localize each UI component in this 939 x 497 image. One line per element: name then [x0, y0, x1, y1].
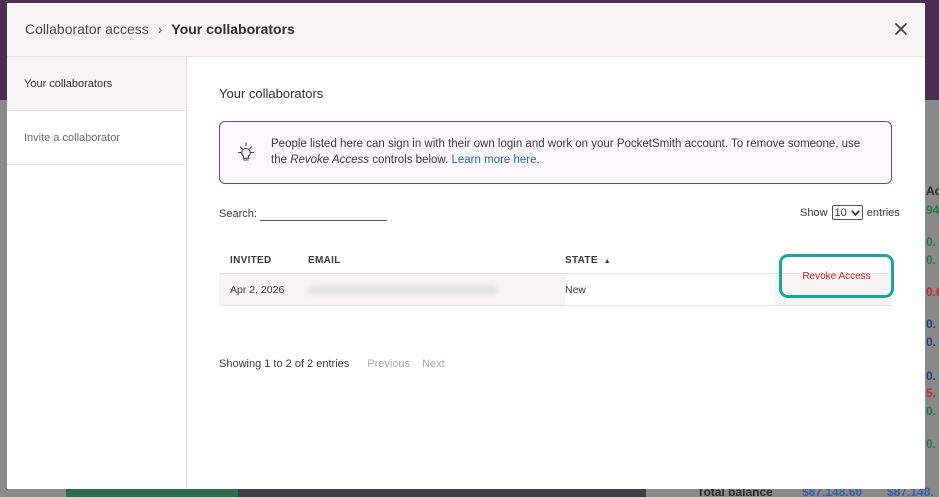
- next-page-button[interactable]: Next: [422, 358, 445, 370]
- pagination: Previous Next: [367, 358, 453, 370]
- chevron-down-icon: [850, 209, 860, 216]
- info-text-emphasis: Revoke Access: [290, 154, 370, 166]
- bg-value: 0.: [926, 437, 937, 451]
- sidebar-item-invite-collaborator[interactable]: Invite a collaborator: [7, 111, 186, 165]
- collaborators-table: INVITED EMAIL STATE ▲ Apr 2, 2026 New Rev…: [219, 247, 894, 306]
- search-input[interactable]: [259, 207, 387, 221]
- info-text-part: controls below.: [369, 154, 452, 166]
- cell-email: [308, 274, 565, 305]
- entries-label: entries: [866, 206, 900, 219]
- cell-invited: Apr 2, 2026: [219, 274, 308, 305]
- search-control: Search:: [219, 207, 387, 221]
- cell-state: New: [565, 274, 775, 305]
- bg-value: 94.: [926, 203, 939, 217]
- bg-value: 0.: [926, 317, 937, 331]
- column-header-email[interactable]: EMAIL: [308, 255, 565, 266]
- info-callout: People listed here can sign in with thei…: [219, 121, 892, 184]
- revoke-access-button[interactable]: Revoke Access: [779, 254, 894, 298]
- modal-header: Collaborator access › Your collaborators: [7, 3, 925, 57]
- bg-value: 0.6: [926, 285, 939, 299]
- redacted-email: [308, 284, 498, 295]
- collaborator-modal: Collaborator access › Your collaborators…: [7, 3, 925, 489]
- bg-value: 0.: [926, 369, 937, 383]
- search-label: Search:: [219, 208, 257, 220]
- entries-length-control: Show 10 entries: [800, 205, 900, 220]
- page-title: Your collaborators: [219, 86, 324, 101]
- breadcrumb: Collaborator access › Your collaborators: [25, 21, 295, 37]
- bg-value: Act: [926, 184, 939, 198]
- close-icon[interactable]: [891, 19, 911, 39]
- sidebar-item-your-collaborators[interactable]: Your collaborators: [7, 57, 186, 111]
- modal-sidebar: Your collaborators Invite a collaborator: [7, 57, 187, 489]
- entries-select[interactable]: 10: [831, 205, 863, 220]
- bg-value: 5.: [926, 386, 937, 400]
- column-header-state-label: STATE: [565, 254, 598, 266]
- previous-page-button[interactable]: Previous: [367, 358, 410, 370]
- lightbulb-icon: [233, 140, 259, 166]
- bg-value: 0.: [926, 253, 937, 267]
- learn-more-link[interactable]: Learn more here: [451, 154, 536, 166]
- bg-value: 0.: [926, 335, 937, 349]
- breadcrumb-separator: ›: [157, 21, 163, 37]
- bg-value: 0.: [926, 235, 937, 249]
- table-footer: Showing 1 to 2 of 2 entries Previous Nex…: [219, 358, 454, 370]
- sort-ascending-icon: ▲: [603, 257, 612, 265]
- show-label: Show: [800, 206, 828, 219]
- bg-value: 0.: [926, 404, 937, 418]
- breadcrumb-current: Your collaborators: [171, 21, 295, 37]
- info-text: People listed here can sign in with thei…: [271, 136, 871, 168]
- entries-select-value: 10: [834, 206, 847, 219]
- info-text-part: .: [536, 154, 540, 166]
- breadcrumb-parent[interactable]: Collaborator access: [25, 21, 149, 37]
- column-header-state[interactable]: STATE ▲: [565, 255, 775, 266]
- sidebar-item-label: Your collaborators: [24, 77, 113, 90]
- entries-summary: Showing 1 to 2 of 2 entries: [219, 358, 350, 370]
- sidebar-item-label: Invite a collaborator: [24, 131, 120, 144]
- column-header-invited[interactable]: INVITED: [219, 255, 308, 266]
